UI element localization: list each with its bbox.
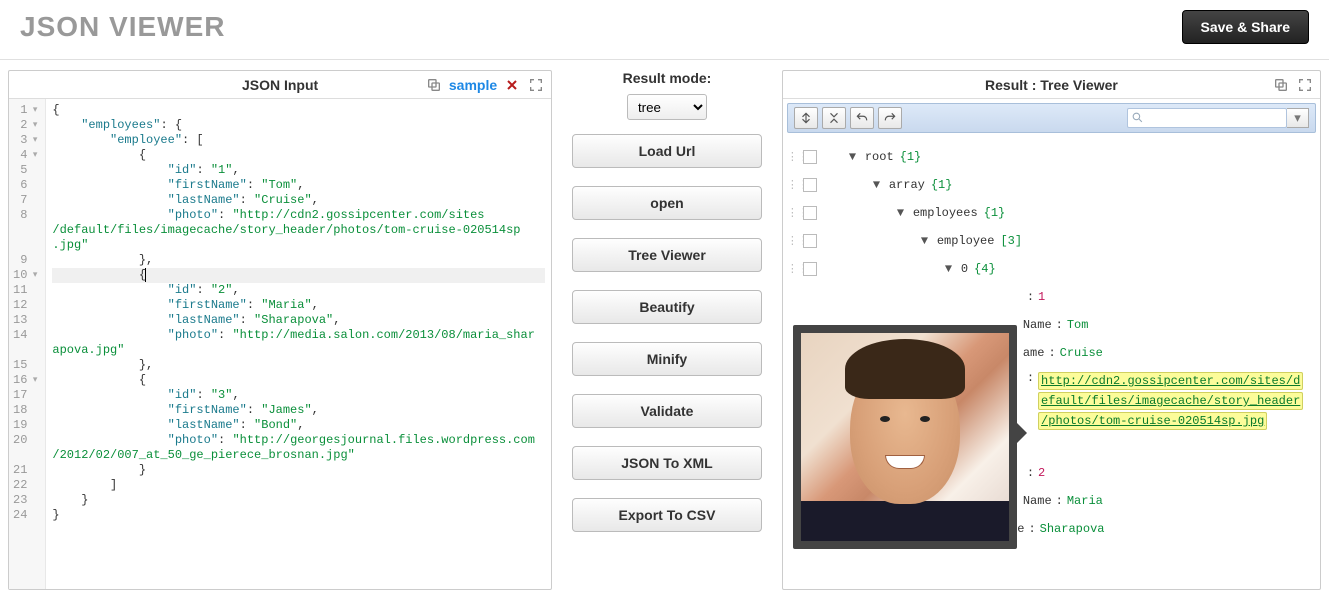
- result-mode-label: Result mode:: [572, 70, 762, 86]
- open-button[interactable]: open: [572, 186, 762, 220]
- tree-row-index-0[interactable]: ⋮⋮ ▼ 0{4}: [787, 255, 1316, 283]
- caret-down-icon[interactable]: ▼: [897, 206, 909, 220]
- tree-body: ⋮⋮ ▼ root{1} ⋮⋮ ▼ array{1} ⋮⋮ ▼ employee…: [783, 137, 1320, 587]
- tree-search-input[interactable]: [1127, 108, 1287, 128]
- search-options-icon[interactable]: ▾: [1287, 108, 1309, 128]
- photo-preview-popup: [793, 325, 1017, 549]
- tree-toolbar: ▾: [787, 103, 1316, 133]
- photo-preview-image: [801, 333, 1009, 541]
- minify-button[interactable]: Minify: [572, 342, 762, 376]
- tree-row-employees[interactable]: ⋮⋮ ▼ employees{1}: [787, 199, 1316, 227]
- copy-icon[interactable]: [425, 76, 443, 94]
- photo-link-line-3[interactable]: /photos/tom-cruise-020514sp.jpg: [1038, 412, 1267, 430]
- caret-down-icon[interactable]: ▼: [921, 234, 933, 248]
- tree-row-array[interactable]: ⋮⋮ ▼ array{1}: [787, 171, 1316, 199]
- json-input-title: JSON Input: [242, 77, 318, 93]
- export-to-csv-button[interactable]: Export To CSV: [572, 498, 762, 532]
- beautify-button[interactable]: Beautify: [572, 290, 762, 324]
- tree-row-id-1[interactable]: :1: [787, 283, 1316, 311]
- fullscreen-result-icon[interactable]: [1296, 76, 1314, 94]
- search-icon: [1131, 111, 1144, 127]
- json-input-panel: JSON Input sample 1▾2▾3▾4▾5678910▾111213…: [8, 70, 552, 590]
- photo-link-line-1[interactable]: http://cdn2.gossipcenter.com/sites/d: [1038, 372, 1303, 390]
- caret-down-icon[interactable]: ▼: [945, 262, 957, 276]
- tree-row-root[interactable]: ⋮⋮ ▼ root{1}: [787, 143, 1316, 171]
- validate-button[interactable]: Validate: [572, 394, 762, 428]
- photo-link-line-2[interactable]: efault/files/imagecache/story_header: [1038, 392, 1303, 410]
- sample-link[interactable]: sample: [449, 77, 497, 93]
- caret-down-icon[interactable]: ▼: [873, 178, 885, 192]
- collapse-all-icon[interactable]: [822, 107, 846, 129]
- tree-row-employee[interactable]: ⋮⋮ ▼ employee[3]: [787, 227, 1316, 255]
- redo-icon[interactable]: [878, 107, 902, 129]
- save-share-button[interactable]: Save & Share: [1182, 10, 1310, 44]
- json-to-xml-button[interactable]: JSON To XML: [572, 446, 762, 480]
- fullscreen-icon[interactable]: [527, 76, 545, 94]
- tree-viewer-button[interactable]: Tree Viewer: [572, 238, 762, 272]
- result-panel: Result : Tree Viewer: [782, 70, 1321, 590]
- app-title: JSON VIEWER: [20, 11, 225, 43]
- actions-panel: Result mode: tree Load Url open Tree Viewe…: [572, 70, 762, 590]
- result-mode-select[interactable]: tree: [627, 94, 707, 120]
- result-title: Result : Tree Viewer: [985, 77, 1118, 93]
- code-editor[interactable]: 1▾2▾3▾4▾5678910▾111213141516▾17181920212…: [9, 99, 551, 589]
- caret-down-icon[interactable]: ▼: [849, 150, 861, 164]
- copy-result-icon[interactable]: [1272, 76, 1290, 94]
- load-url-button[interactable]: Load Url: [572, 134, 762, 168]
- clear-icon[interactable]: [503, 76, 521, 94]
- expand-all-icon[interactable]: [794, 107, 818, 129]
- undo-icon[interactable]: [850, 107, 874, 129]
